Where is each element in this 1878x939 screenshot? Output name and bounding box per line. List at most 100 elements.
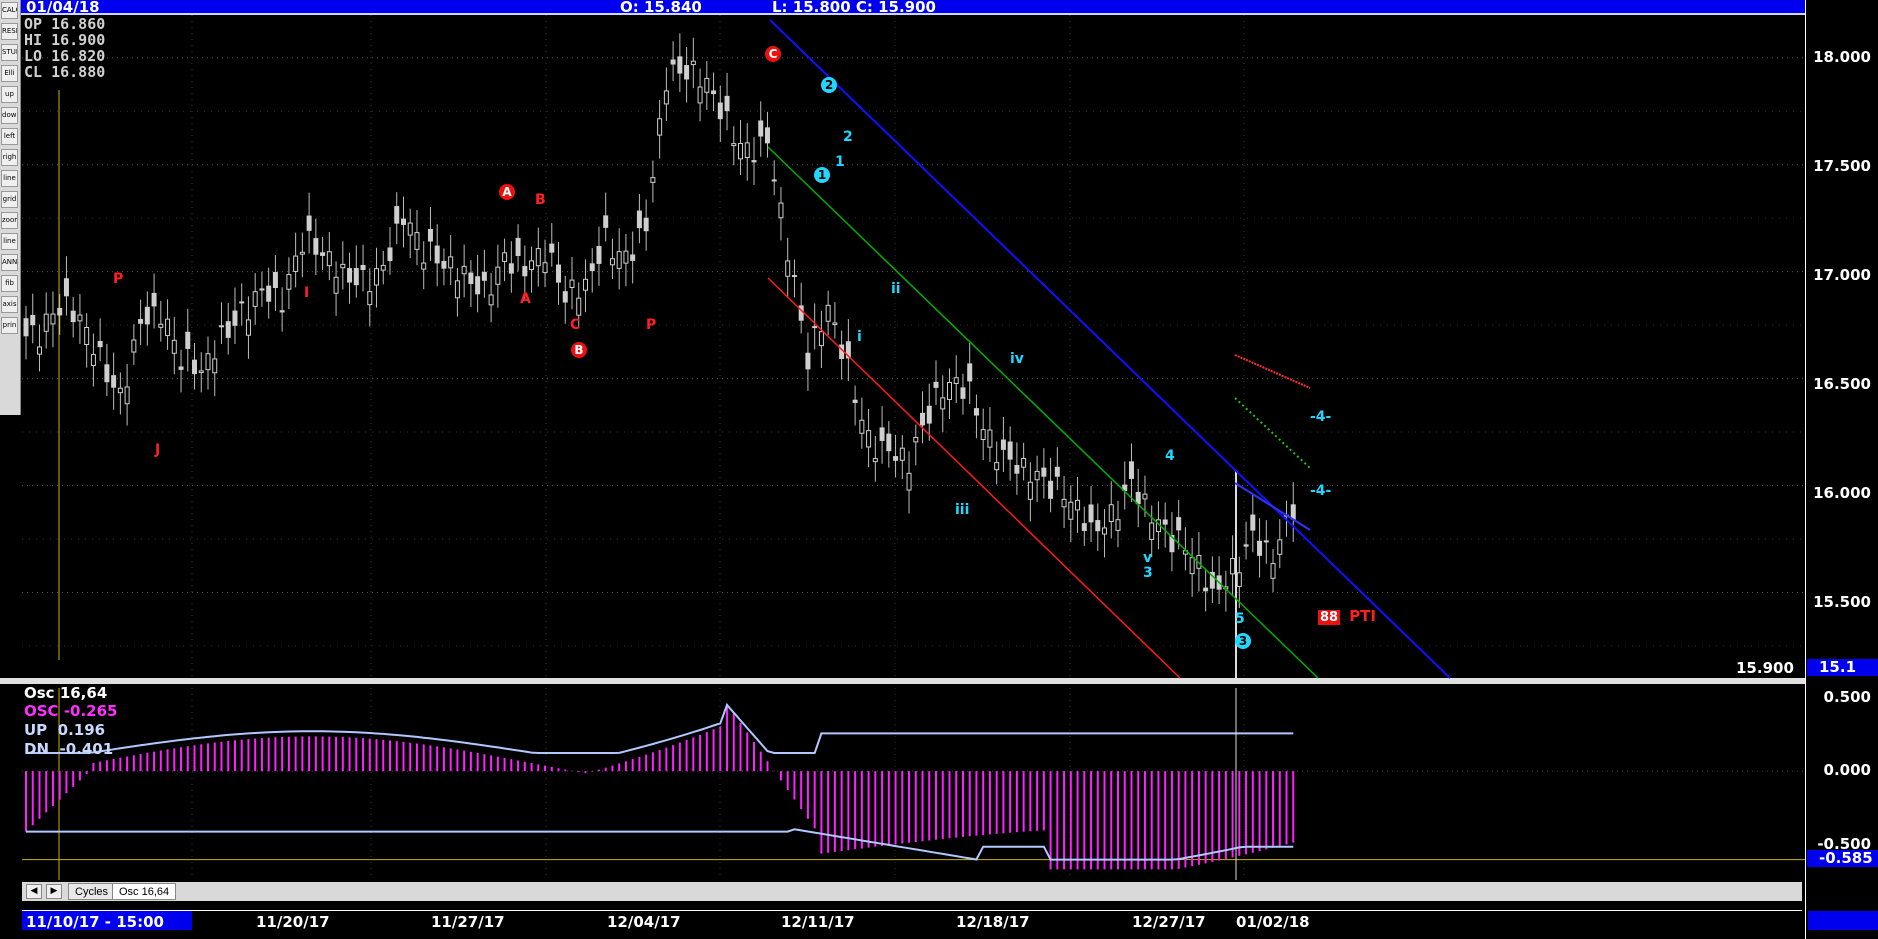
tab-scroll-left-icon[interactable]: ◀ — [26, 884, 42, 899]
tab-scroll-right-icon[interactable]: ▶ — [46, 884, 62, 899]
wave-label: I — [304, 285, 310, 301]
price-bar — [1243, 544, 1249, 547]
price-bar — [636, 210, 642, 229]
price-bar — [43, 313, 49, 332]
price-bar — [994, 462, 1000, 471]
price-bar — [495, 266, 501, 285]
price-bar — [940, 397, 946, 410]
price-bar — [866, 430, 872, 448]
price-bar — [832, 322, 838, 326]
wave-label: 1 — [814, 167, 830, 183]
price-bar — [731, 143, 737, 147]
price-bar — [920, 412, 926, 426]
price-bar — [906, 472, 912, 491]
price-bar — [926, 405, 932, 424]
price-bar — [171, 339, 177, 354]
price-bar — [677, 56, 683, 74]
price-bar — [468, 272, 474, 285]
price-bar — [549, 243, 555, 253]
price-bar — [893, 456, 899, 461]
price-bar — [488, 294, 494, 306]
price-bar — [454, 280, 460, 299]
price-bar — [1021, 457, 1027, 468]
osc-tick: 0.500 — [1823, 688, 1871, 706]
price-tick: 17.000 — [1813, 266, 1871, 284]
wave-label: J — [155, 442, 161, 458]
price-bar — [165, 318, 171, 337]
price-bar — [643, 217, 649, 232]
wave-label: B — [535, 192, 546, 208]
price-bar — [650, 177, 656, 183]
price-bar — [771, 179, 777, 182]
price-bar — [967, 363, 973, 382]
wave-label: i — [857, 329, 862, 345]
chart-tab-bar: ◀ ▶ Cycles Osc 16,64 — [22, 882, 1802, 901]
price-bar — [616, 251, 622, 269]
osc-badge: -0.585 — [1807, 850, 1878, 867]
osc-up-band — [26, 703, 1294, 754]
price-bar — [913, 436, 919, 443]
wave-label: A — [499, 184, 515, 200]
price-bar — [764, 127, 770, 144]
price-bar — [1061, 498, 1067, 508]
price-bar — [1108, 504, 1114, 523]
price-bar — [1095, 520, 1101, 532]
price-bar — [1007, 441, 1013, 460]
price-bar — [1048, 480, 1054, 499]
price-bar — [596, 246, 602, 264]
price-bar — [279, 310, 285, 313]
price-bar — [1149, 522, 1155, 540]
price-bar — [400, 218, 406, 225]
price-bar — [84, 327, 90, 345]
price-bar — [522, 266, 528, 277]
price-bar — [306, 215, 312, 231]
price-chart[interactable] — [0, 0, 1878, 939]
price-bar — [77, 314, 83, 322]
price-bar — [1041, 467, 1047, 477]
price-bar — [744, 142, 750, 159]
wave-label: 2 — [821, 77, 837, 93]
price-bar — [360, 265, 366, 271]
price-bar — [1189, 557, 1195, 575]
price-bar — [562, 291, 568, 303]
price-bar — [973, 408, 979, 416]
osc-dn: DN -0.401 — [24, 740, 114, 758]
price-bar — [252, 291, 258, 307]
green-projection — [1234, 397, 1311, 469]
price-bar — [1257, 540, 1263, 556]
price-bar — [225, 321, 231, 338]
price-bar — [785, 260, 791, 277]
price-bar — [380, 264, 386, 271]
price-bar — [805, 352, 811, 370]
price-bar — [36, 346, 42, 355]
tab-osc[interactable]: Osc 16,64 — [112, 883, 177, 900]
price-bar — [245, 319, 251, 336]
price-bar — [946, 381, 952, 400]
price-bar — [63, 278, 69, 297]
price-bar — [886, 433, 892, 452]
date-tick: 12/18/17 — [956, 913, 1030, 931]
wave-label: 1 — [835, 154, 845, 170]
price-tick: 18.000 — [1813, 48, 1871, 66]
price-bar — [448, 256, 454, 269]
price-bar — [589, 263, 595, 272]
wave-label: v — [1143, 550, 1153, 566]
price-bar — [542, 262, 548, 274]
tab-cycles[interactable]: Cycles — [68, 883, 116, 900]
price-bar — [1277, 539, 1283, 555]
wave-label: iii — [955, 502, 970, 518]
price-bar — [704, 77, 710, 93]
price-bar — [1290, 504, 1296, 520]
osc-dn-band — [26, 828, 1294, 861]
wave-label: 4 — [1165, 448, 1175, 464]
price-bar — [299, 251, 305, 255]
price-bar — [663, 90, 669, 105]
wave-label: -4- — [1310, 483, 1332, 499]
wave-label: 5 — [1235, 611, 1245, 627]
wave-label: ii — [891, 281, 901, 297]
price-bar — [178, 366, 184, 370]
price-bar — [859, 419, 865, 434]
wave-label: iv — [1010, 351, 1024, 367]
wave-label: P — [113, 271, 124, 287]
price-bar — [407, 222, 413, 236]
